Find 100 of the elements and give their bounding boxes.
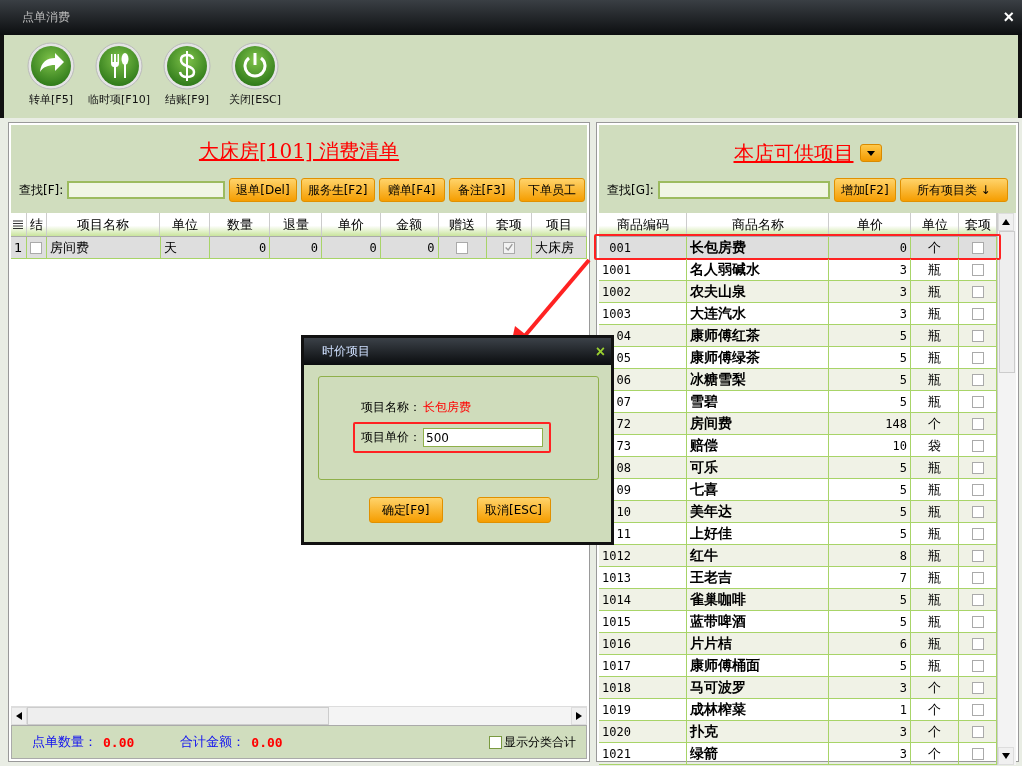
checkbox[interactable] bbox=[971, 593, 984, 606]
table-cell: 康师傅红茶 bbox=[687, 325, 829, 346]
scrollbar-thumb[interactable] bbox=[999, 231, 1015, 373]
action-button[interactable]: 赠单[F4] bbox=[378, 178, 445, 202]
search-field[interactable] bbox=[657, 181, 830, 199]
checkbox[interactable] bbox=[971, 461, 984, 474]
window-title: 点单消费 bbox=[22, 9, 70, 26]
table-cell: 5 bbox=[829, 589, 911, 610]
fork-spoon-icon[interactable] bbox=[95, 42, 143, 90]
search-field[interactable] bbox=[67, 181, 226, 199]
toolbar-button[interactable]: 结账[F9] bbox=[156, 42, 218, 118]
column-header[interactable]: 单价 bbox=[321, 213, 381, 236]
checkbox[interactable] bbox=[971, 395, 984, 408]
action-button[interactable]: 退单[Del] bbox=[229, 178, 297, 202]
checkbox[interactable] bbox=[971, 571, 984, 584]
table-cell: 个 bbox=[911, 699, 959, 720]
column-header[interactable]: 结 bbox=[26, 213, 47, 236]
table-cell: 5 bbox=[829, 325, 911, 346]
table-cell: 袋 bbox=[911, 435, 959, 456]
dollar-icon[interactable] bbox=[163, 42, 211, 90]
checkbox[interactable] bbox=[971, 307, 984, 320]
checkbox[interactable] bbox=[971, 747, 984, 760]
toolbar-button[interactable]: 关闭[ESC] bbox=[224, 42, 286, 118]
checkbox[interactable] bbox=[971, 417, 984, 430]
checkbox[interactable] bbox=[971, 329, 984, 342]
checkbox[interactable] bbox=[456, 241, 469, 254]
checkbox[interactable] bbox=[971, 725, 984, 738]
checkbox[interactable] bbox=[971, 263, 984, 276]
action-button[interactable]: 备注[F3] bbox=[448, 178, 515, 202]
table-cell: 瓶 bbox=[911, 545, 959, 566]
checkbox[interactable] bbox=[971, 483, 984, 496]
add-button[interactable]: 增加[F2] bbox=[833, 178, 896, 202]
checkbox[interactable] bbox=[30, 241, 43, 254]
checkbox[interactable] bbox=[971, 351, 984, 364]
search-label: 查找[F]: bbox=[19, 181, 64, 199]
checkbox[interactable] bbox=[971, 373, 984, 386]
checkbox[interactable] bbox=[971, 549, 984, 562]
power-icon[interactable] bbox=[231, 42, 279, 90]
close-button[interactable]: × bbox=[1003, 7, 1014, 28]
table-cell: 瓶 bbox=[911, 391, 959, 412]
column-header[interactable]: 套项 bbox=[487, 213, 533, 236]
table-row[interactable]: 1018 马可波罗 3 个 bbox=[599, 677, 997, 699]
table-cell: 5 bbox=[829, 501, 911, 522]
toolbar-button[interactable]: 转单[F5] bbox=[20, 42, 82, 118]
action-button[interactable]: 下单员工 bbox=[518, 178, 585, 202]
checkbox[interactable] bbox=[971, 615, 984, 628]
scroll-right-icon[interactable] bbox=[571, 707, 587, 725]
price-field[interactable]: 500 bbox=[423, 428, 543, 447]
checkbox[interactable] bbox=[971, 527, 984, 540]
checkbox[interactable] bbox=[971, 241, 984, 254]
scrollbar-thumb[interactable] bbox=[27, 707, 329, 725]
table-cell: 5 bbox=[829, 347, 911, 368]
table-row[interactable]: 04 康师傅红茶 5 瓶 bbox=[599, 325, 997, 347]
checkbox[interactable] bbox=[971, 637, 984, 650]
column-header[interactable]: 退量 bbox=[270, 213, 322, 236]
dialog-button[interactable]: 取消[ESC] bbox=[476, 497, 551, 523]
column-header[interactable]: 赠送 bbox=[438, 213, 488, 236]
action-button[interactable]: 服务生[F2] bbox=[300, 178, 375, 202]
table-cell: 1018 bbox=[602, 680, 631, 695]
table-cell: 1012 bbox=[602, 548, 631, 563]
dialog-button[interactable]: 确定[F9] bbox=[368, 497, 443, 523]
scroll-left-icon[interactable] bbox=[11, 707, 27, 725]
checkbox[interactable] bbox=[971, 659, 984, 672]
column-header[interactable]: 单位 bbox=[160, 213, 211, 236]
checkbox[interactable] bbox=[971, 505, 984, 518]
scroll-down-icon[interactable] bbox=[998, 747, 1014, 765]
checkbox-label[interactable]: 显示分类合计 bbox=[504, 733, 576, 751]
checkbox[interactable] bbox=[971, 285, 984, 298]
column-header[interactable]: 项目名称 bbox=[46, 213, 161, 236]
column-header[interactable]: 单价 bbox=[829, 213, 911, 236]
table-row[interactable]: 1012 红牛 8 瓶 bbox=[599, 545, 997, 567]
table-cell: 瓶 bbox=[911, 347, 959, 368]
category-button[interactable]: 所有项目类 ↓ bbox=[899, 178, 1008, 202]
column-header[interactable]: 商品编码 bbox=[599, 213, 687, 236]
column-header[interactable]: 金额 bbox=[380, 213, 439, 236]
table-cell: 马可波罗 bbox=[687, 677, 829, 698]
checkbox[interactable] bbox=[971, 681, 984, 694]
checkbox[interactable] bbox=[971, 439, 984, 452]
toolbar-button[interactable]: 临时项[F10] bbox=[88, 42, 150, 118]
checkbox[interactable] bbox=[971, 703, 984, 716]
table-cell: 冰糖雪梨 bbox=[687, 369, 829, 390]
column-header[interactable]: 项目 bbox=[532, 213, 587, 236]
column-header[interactable]: 商品名称 bbox=[687, 213, 829, 236]
table-row[interactable]: 1020 扑克 3 个 bbox=[599, 721, 997, 743]
table-cell: 瓶 bbox=[911, 281, 959, 302]
table-cell: 0 bbox=[210, 237, 271, 258]
table-row[interactable]: 1014 雀巢咖啡 5 瓶 bbox=[599, 589, 997, 611]
table-cell: 1014 bbox=[602, 592, 631, 607]
table-row[interactable]: 1002 农夫山泉 3 瓶 bbox=[599, 281, 997, 303]
table-cell: 5 bbox=[829, 479, 911, 500]
dropdown-button[interactable] bbox=[859, 144, 882, 162]
table-row[interactable]: 1016 片片桔 6 瓶 bbox=[599, 633, 997, 655]
count-label: 点单数量： bbox=[32, 733, 97, 751]
table-row[interactable]: 1021 绿箭 3 个 bbox=[599, 743, 997, 765]
checkbox[interactable] bbox=[503, 241, 516, 254]
scroll-up-icon[interactable] bbox=[998, 213, 1014, 231]
checkbox[interactable] bbox=[489, 735, 502, 749]
column-header[interactable]: 数量 bbox=[210, 213, 271, 236]
column-header[interactable]: 单位 bbox=[911, 213, 959, 236]
table-cell: 1001 bbox=[602, 262, 631, 277]
